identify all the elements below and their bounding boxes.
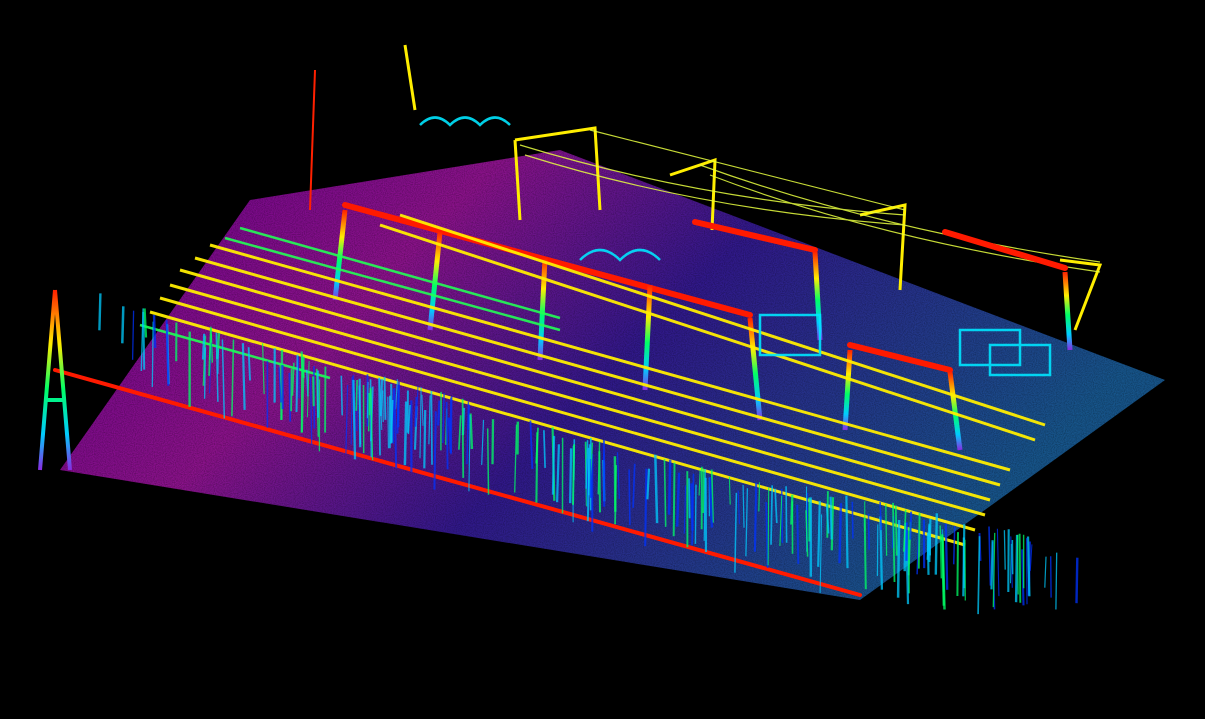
support-stroke: [491, 419, 495, 465]
support-stroke: [628, 469, 631, 526]
support-stroke: [467, 404, 471, 430]
support-stroke: [152, 314, 157, 348]
support-stroke: [851, 501, 854, 539]
support-stroke: [383, 376, 387, 420]
support-stroke: [988, 526, 992, 586]
support-stroke: [644, 468, 648, 547]
support-stroke: [390, 383, 393, 443]
support-stroke: [203, 347, 207, 399]
support-stroke: [535, 432, 539, 503]
support-stroke: [667, 459, 672, 515]
support-stroke: [430, 390, 433, 465]
support-stroke: [131, 310, 135, 360]
support-stroke: [1010, 543, 1012, 584]
support-stroke: [368, 387, 372, 416]
substation-point-cloud: [38, 44, 1165, 666]
support-stroke: [990, 540, 994, 590]
support-stroke: [934, 513, 938, 575]
support-stroke: [290, 368, 293, 412]
support-stroke: [1003, 530, 1006, 570]
support-stroke: [690, 483, 694, 531]
support-stroke: [569, 448, 573, 504]
support-stroke: [1044, 556, 1047, 588]
support-stroke: [688, 478, 691, 519]
support-stroke: [952, 525, 956, 565]
support-stroke: [944, 523, 949, 590]
support-stroke: [572, 444, 576, 505]
support-stroke: [829, 496, 833, 540]
support-stroke: [770, 485, 774, 545]
support-stroke: [785, 486, 788, 543]
support-stroke: [996, 528, 1000, 597]
support-stroke: [143, 308, 148, 338]
support-stroke: [928, 525, 931, 556]
support-stroke: [387, 396, 389, 449]
support-stroke: [879, 501, 882, 531]
support-stroke: [423, 409, 427, 469]
support-stroke: [312, 376, 315, 407]
support-stroke: [598, 451, 601, 513]
support-stroke: [894, 505, 898, 556]
support-stroke: [867, 513, 870, 550]
support-stroke: [941, 534, 945, 606]
point-cloud-viewport[interactable]: [0, 0, 1205, 719]
support-stroke: [1075, 557, 1079, 604]
support-stroke: [1018, 533, 1022, 603]
support-stroke: [486, 428, 490, 495]
support-stroke: [1014, 534, 1019, 603]
support-stroke: [905, 522, 908, 561]
support-stroke: [461, 398, 465, 478]
support-stroke: [469, 413, 474, 450]
support-stroke: [614, 465, 617, 525]
support-stroke: [796, 504, 800, 564]
support-stroke: [403, 401, 408, 466]
support-stroke: [1055, 552, 1058, 610]
support-stroke: [863, 517, 867, 590]
support-stroke: [694, 484, 697, 544]
support-stroke: [543, 430, 546, 468]
support-stroke: [926, 532, 930, 575]
support-stroke: [977, 536, 981, 615]
support-stroke: [885, 503, 888, 556]
support-stroke: [909, 511, 913, 540]
support-stroke: [366, 381, 369, 419]
support-stroke: [288, 372, 292, 422]
support-stroke: [896, 519, 901, 598]
support-stroke: [1016, 534, 1019, 595]
support-stroke: [767, 487, 770, 566]
support-stroke: [121, 306, 125, 344]
support-stroke: [962, 537, 966, 589]
support-stroke: [1026, 536, 1031, 597]
support-stroke: [340, 375, 343, 416]
support-stroke: [956, 532, 959, 597]
support-stroke: [433, 411, 437, 490]
support-stroke: [838, 503, 843, 564]
support-stroke: [98, 293, 102, 331]
support-stroke: [445, 401, 449, 470]
support-stroke: [201, 333, 206, 360]
support-stroke: [295, 354, 299, 413]
support-stroke: [845, 495, 849, 569]
support-stroke: [672, 462, 676, 537]
support-stroke: [355, 379, 358, 411]
support-stroke: [436, 400, 441, 426]
support-stroke: [702, 468, 705, 514]
support-stroke: [397, 381, 400, 428]
support-stroke: [758, 482, 761, 512]
support-stroke: [917, 513, 921, 569]
